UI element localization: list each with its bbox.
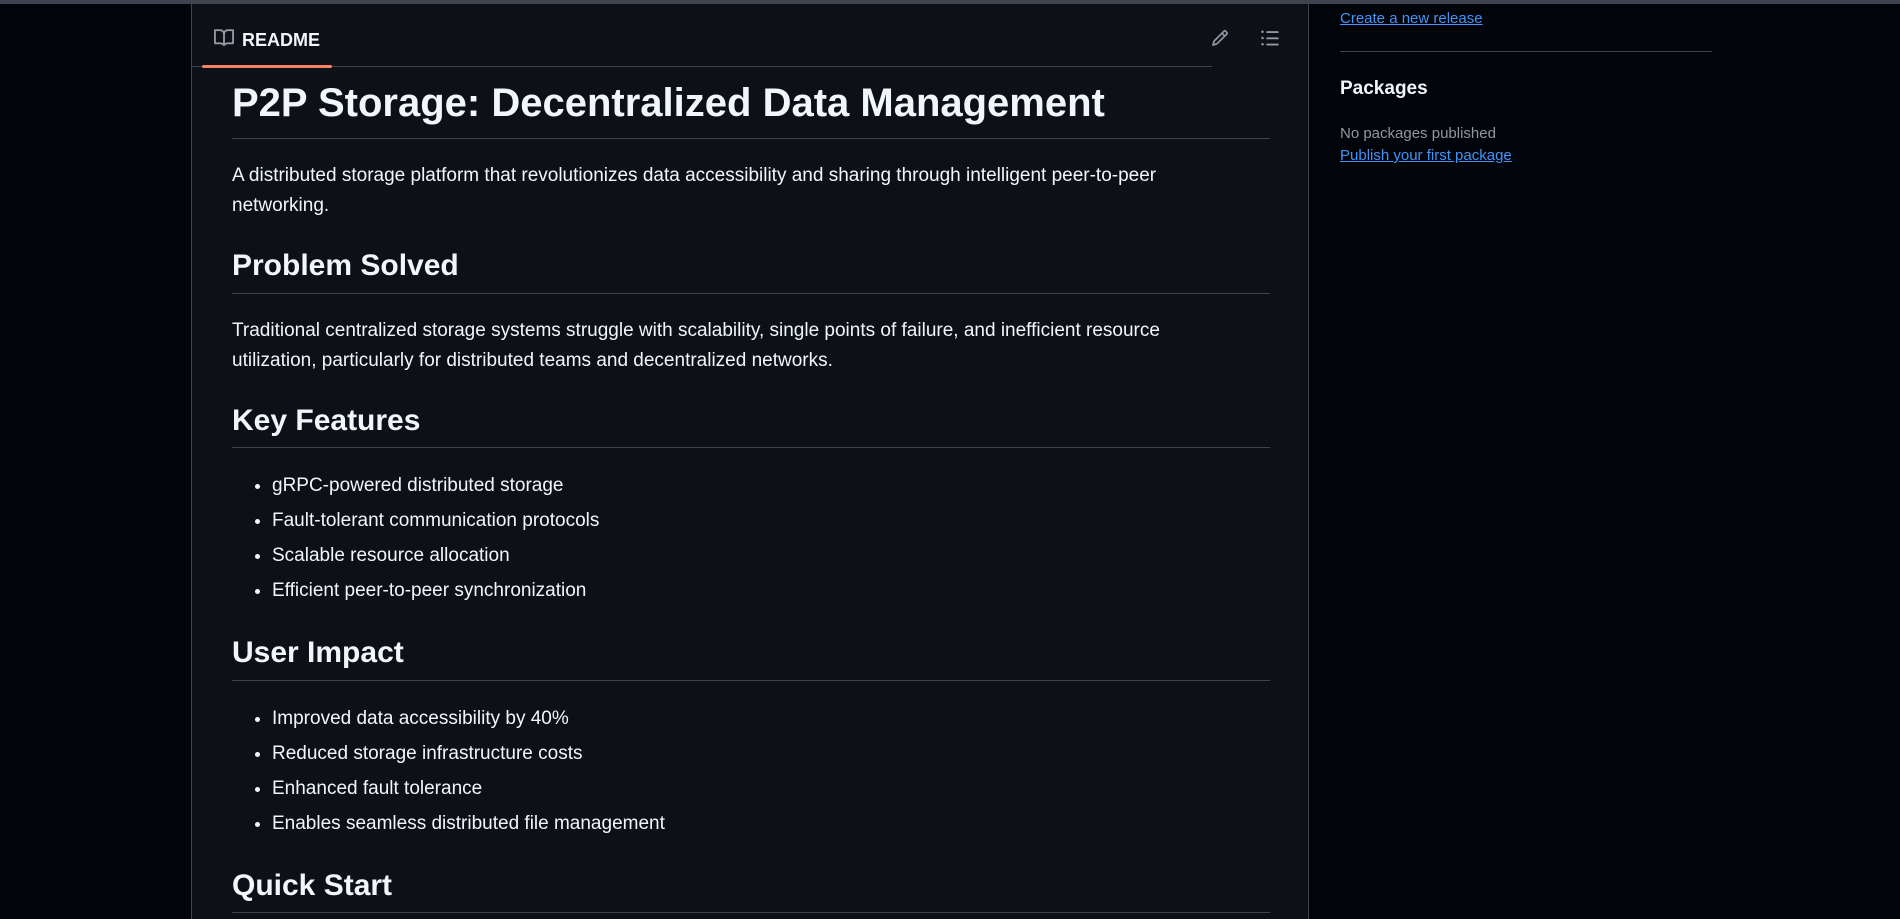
sidebar-divider (1340, 51, 1712, 52)
problem-paragraph: Traditional centralized storage systems … (232, 319, 1160, 371)
publish-package-link[interactable]: Publish your first package (1340, 147, 1512, 164)
readme-tab-label: README (242, 29, 321, 50)
list-item: Fault-tolerant communication protocols (272, 503, 1270, 538)
edit-readme-button[interactable] (1204, 24, 1236, 56)
features-list: gRPC-powered distributed storage Fault-t… (232, 468, 1270, 608)
impact-list: Improved data accessibility by 40% Reduc… (232, 701, 1270, 841)
outline-button[interactable] (1254, 24, 1286, 56)
intro-paragraph: A distributed storage platform that revo… (232, 165, 1157, 216)
list-item: Reduced storage infrastructure costs (272, 736, 1270, 771)
create-release-link[interactable]: Create a new release (1340, 10, 1483, 27)
heading-quick-start: Quick Start (232, 867, 1270, 913)
list-item: Scalable resource allocation (272, 538, 1270, 573)
readme-content: P2P Storage: Decentralized Data Manageme… (232, 66, 1270, 913)
no-packages-text: No packages published (1340, 125, 1496, 142)
heading-problem-solved: Problem Solved (232, 247, 1270, 294)
packages-heading: Packages (1340, 78, 1428, 99)
list-item: Improved data accessibility by 40% (272, 701, 1270, 736)
list-item: Efficient peer-to-peer synchronization (272, 573, 1270, 608)
pencil-icon (1211, 29, 1229, 52)
readme-tab[interactable]: README (202, 14, 333, 68)
heading-key-features: Key Features (232, 402, 1270, 448)
readme-panel: README P2P Storage: Decentralized Data M… (191, 4, 1309, 919)
book-icon (214, 28, 235, 53)
list-unordered-icon (1260, 28, 1280, 53)
list-item: Enhanced fault tolerance (272, 771, 1270, 806)
readme-header: README (192, 4, 1212, 68)
list-item: Enables seamless distributed file manage… (272, 806, 1270, 841)
heading-user-impact: User Impact (232, 634, 1270, 681)
list-item: gRPC-powered distributed storage (272, 468, 1270, 503)
readme-title: P2P Storage: Decentralized Data Manageme… (232, 78, 1270, 139)
